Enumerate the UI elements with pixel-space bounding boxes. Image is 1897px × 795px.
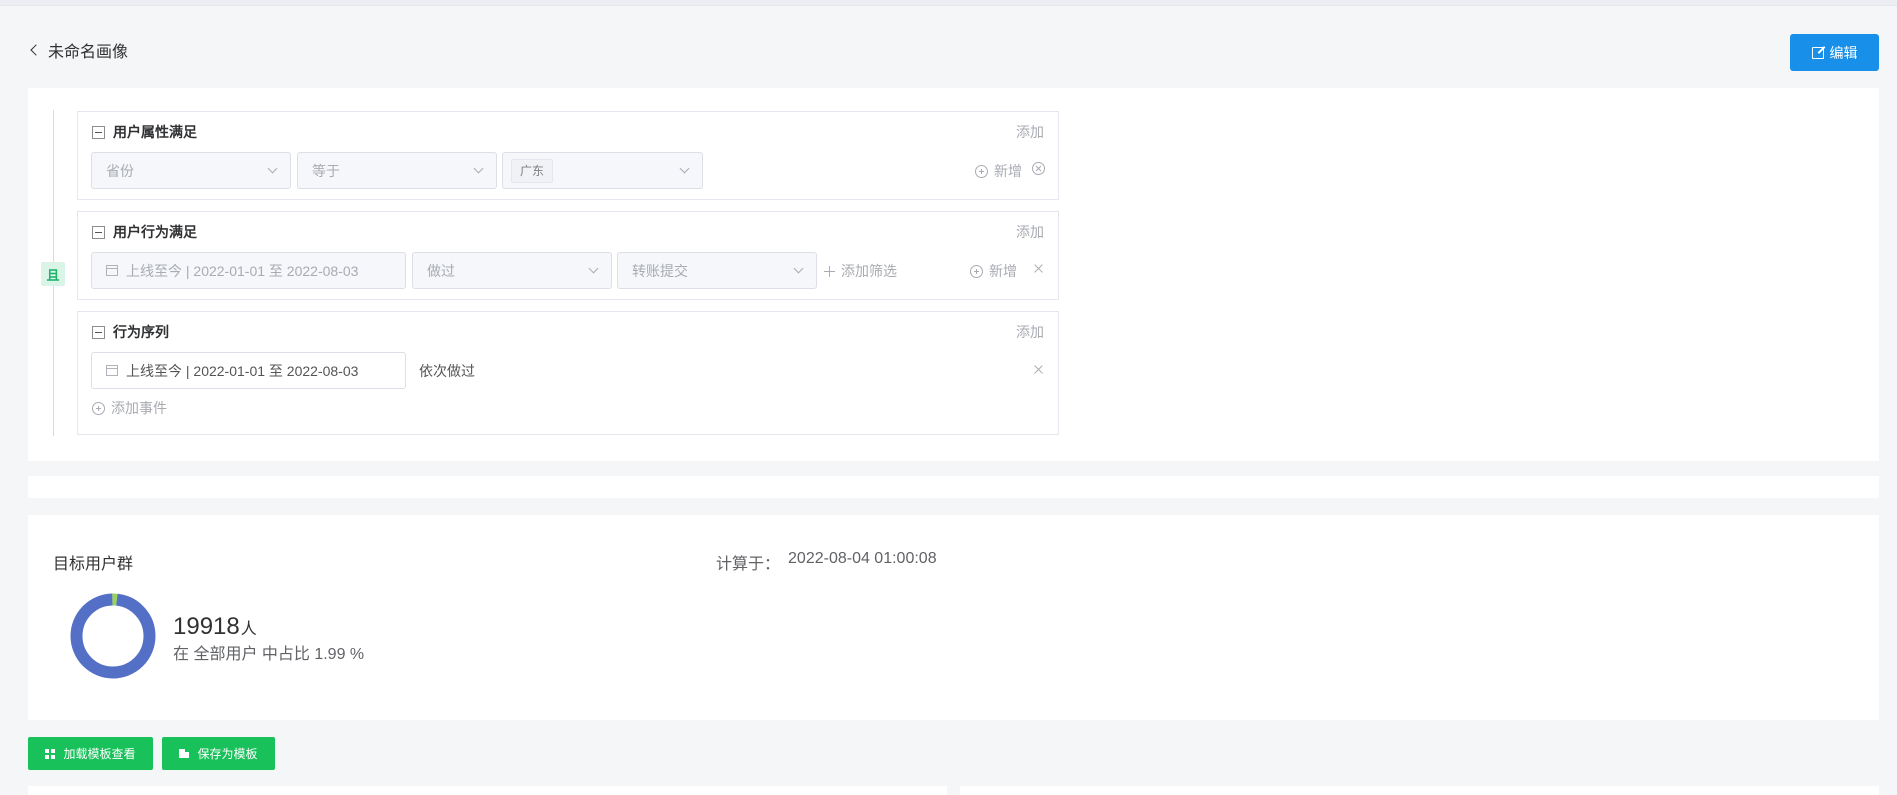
condition-panel: 且 用户属性满足 添加 省份 等于 广东 新增 用户行为满足 添加 上线至今 |… (28, 88, 1879, 461)
sequence-date-range-picker[interactable]: 上线至今 | 2022-01-01 至 2022-08-03 (91, 352, 406, 389)
chevron-down-icon (588, 263, 599, 274)
group-add-link[interactable]: 添加 (1016, 222, 1044, 242)
new-label: 新增 (989, 263, 1017, 279)
add-event-label: 添加事件 (111, 400, 167, 416)
date-range-value: 上线至今 | 2022-01-01 至 2022-08-03 (126, 262, 359, 279)
group-header: 用户属性满足 (92, 122, 197, 142)
bottom-panel-right (960, 786, 1879, 795)
logic-and-toggle[interactable]: 且 (41, 262, 65, 286)
group-add-link[interactable]: 添加 (1016, 122, 1044, 142)
group-add-link[interactable]: 添加 (1016, 322, 1044, 342)
property-select-value: 省份 (106, 162, 134, 179)
user-share-donut-chart (70, 593, 156, 679)
user-count-unit: 人 (240, 621, 257, 638)
sequence-label: 依次做过 (419, 363, 475, 379)
load-template-button[interactable]: 加载模板查看 (28, 737, 153, 770)
plus-circle-icon (975, 164, 988, 178)
result-title: 目标用户群 (53, 556, 134, 573)
event-select[interactable]: 转账提交 (617, 252, 817, 289)
calendar-icon (106, 365, 118, 376)
action-select-value: 做过 (427, 262, 455, 279)
chevron-down-icon (793, 263, 804, 274)
collapse-icon[interactable] (92, 325, 105, 339)
plus-circle-icon (970, 264, 983, 278)
group-title: 行为序列 (113, 324, 169, 340)
operator-select-value: 等于 (312, 162, 340, 179)
user-count: 19918 人 (173, 613, 257, 641)
condition-group-user-attributes: 用户属性满足 添加 省份 等于 广东 新增 (77, 111, 1059, 200)
group-header: 行为序列 (92, 322, 169, 342)
close-icon[interactable] (1033, 263, 1044, 274)
divider-strip (28, 476, 1879, 498)
calendar-icon (106, 265, 118, 276)
user-count-value: 19918 (173, 613, 240, 640)
collapse-icon[interactable] (92, 125, 105, 139)
date-range-picker[interactable]: 上线至今 | 2022-01-01 至 2022-08-03 (91, 252, 406, 289)
add-filter-button[interactable]: 添加筛选 (824, 261, 897, 281)
page-header: 未命名画像 编辑 (28, 14, 1879, 86)
save-template-button[interactable]: 保存为模板 (162, 737, 275, 770)
add-filter-label: 添加筛选 (841, 263, 897, 279)
calc-time-label: 计算于： (716, 556, 781, 573)
add-event-button[interactable]: 添加事件 (92, 398, 167, 418)
date-range-value: 上线至今 | 2022-01-01 至 2022-08-03 (126, 362, 359, 379)
top-strip (0, 0, 1897, 6)
edit-button[interactable]: 编辑 (1790, 34, 1879, 71)
group-title: 用户属性满足 (113, 124, 197, 140)
donut-slice-1 (70, 593, 156, 679)
new-condition-button[interactable]: 新增 (975, 161, 1022, 181)
page-title: 未命名画像 (48, 44, 129, 61)
save-template-label: 保存为模板 (197, 747, 258, 761)
bottom-panel-left (28, 786, 947, 795)
back-button[interactable]: 未命名画像 (28, 38, 128, 62)
result-panel: 目标用户群 计算于： 2022-08-04 01:00:08 19918 人 在… (28, 515, 1879, 720)
remove-condition-icon[interactable] (1032, 162, 1045, 175)
operator-select[interactable]: 等于 (297, 152, 497, 189)
group-header: 用户行为满足 (92, 222, 197, 242)
chevron-left-icon (30, 44, 42, 56)
chevron-down-icon (267, 163, 278, 174)
folder-icon (179, 749, 190, 758)
value-tag: 广东 (511, 158, 554, 183)
value-select[interactable]: 广东 (502, 152, 703, 189)
condition-group-behavior-sequence: 行为序列 添加 上线至今 | 2022-01-01 至 2022-08-03 依… (77, 311, 1059, 435)
edit-icon (1811, 46, 1824, 59)
condition-group-user-behavior: 用户行为满足 添加 上线至今 | 2022-01-01 至 2022-08-03… (77, 211, 1059, 300)
action-select[interactable]: 做过 (412, 252, 612, 289)
new-label: 新增 (994, 163, 1022, 179)
calc-time: 计算于： 2022-08-04 01:00:08 (716, 550, 937, 574)
plus-circle-icon (92, 401, 105, 415)
event-select-value: 转账提交 (632, 262, 688, 279)
load-template-label: 加载模板查看 (63, 747, 136, 761)
chevron-down-icon (473, 163, 484, 174)
property-select[interactable]: 省份 (91, 152, 291, 189)
grid-icon (45, 748, 56, 759)
edit-button-label: 编辑 (1829, 44, 1858, 61)
close-icon[interactable] (1033, 364, 1044, 375)
new-condition-button[interactable]: 新增 (970, 261, 1017, 281)
calc-time-value: 2022-08-04 01:00:08 (788, 550, 937, 567)
collapse-icon[interactable] (92, 225, 105, 239)
user-ratio-text: 在 全部用户 中占比 1.99 % (173, 646, 365, 663)
plus-icon (824, 265, 835, 277)
chevron-down-icon (679, 163, 690, 174)
group-title: 用户行为满足 (113, 224, 197, 240)
